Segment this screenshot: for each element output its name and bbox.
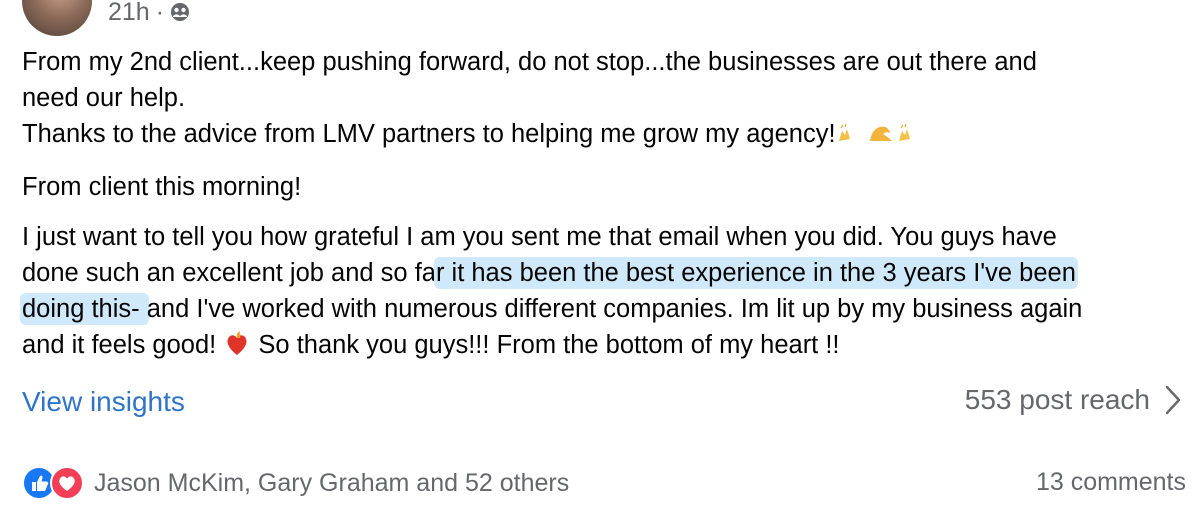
text-line: From my 2nd client...keep pushing forwar… [22, 48, 1037, 76]
post-paragraph-2: Thanks to the advice from LMV partners t… [22, 116, 1187, 155]
avatar[interactable] [22, 0, 92, 36]
text-line: From client this morning! [22, 173, 302, 201]
meta-separator: · [155, 0, 165, 26]
love-icon [50, 466, 84, 500]
post-reach[interactable]: 553 post reach [965, 383, 1182, 417]
post: 21h · From my 2nd client...keep pushing … [0, 0, 1200, 517]
text-line: Thanks to the advice from LMV partners t… [22, 120, 836, 148]
comments-count[interactable]: 13 comments [1036, 468, 1186, 497]
view-insights-link[interactable]: View insights [22, 385, 185, 419]
post-paragraph-4: I just want to tell you how grateful I a… [22, 219, 1187, 366]
heart-on-fire-emoji-icon [223, 330, 251, 366]
text-line: I just want to tell you how grateful I a… [22, 223, 1057, 251]
clap-emoji-icon [896, 119, 926, 155]
chevron-right-icon [1165, 385, 1181, 415]
post-reach-label: 553 post reach [964, 384, 1150, 415]
text-line: So thank you guys!!! From the bottom of … [258, 331, 840, 359]
clap-emoji-icon [836, 119, 866, 155]
post-paragraph-3: From client this morning! [22, 169, 1187, 205]
reactors-names: Jason McKim, Gary Graham and 52 others [94, 468, 570, 497]
reaction-icons [22, 466, 84, 500]
reactions-summary[interactable]: Jason McKim, Gary Graham and 52 others [22, 466, 569, 500]
post-body: From my 2nd client...keep pushing forwar… [22, 44, 1187, 366]
text-line: and I've worked with numerous different … [146, 295, 1083, 323]
post-time[interactable]: 21h [108, 0, 150, 26]
friends-icon[interactable] [170, 2, 190, 22]
post-paragraph-1: From my 2nd client...keep pushing forwar… [22, 44, 1187, 116]
post-meta: 21h · [108, 0, 190, 26]
flexed-biceps-emoji-icon [866, 119, 896, 155]
highlighted-text: r it has been the best experience in the… [435, 259, 1076, 287]
text-line: done such an excellent job and so fa [22, 259, 436, 287]
text-line: need our help. [22, 84, 186, 112]
highlighted-text: doing this- [22, 295, 147, 323]
text-line: and it feels good! [22, 331, 217, 359]
